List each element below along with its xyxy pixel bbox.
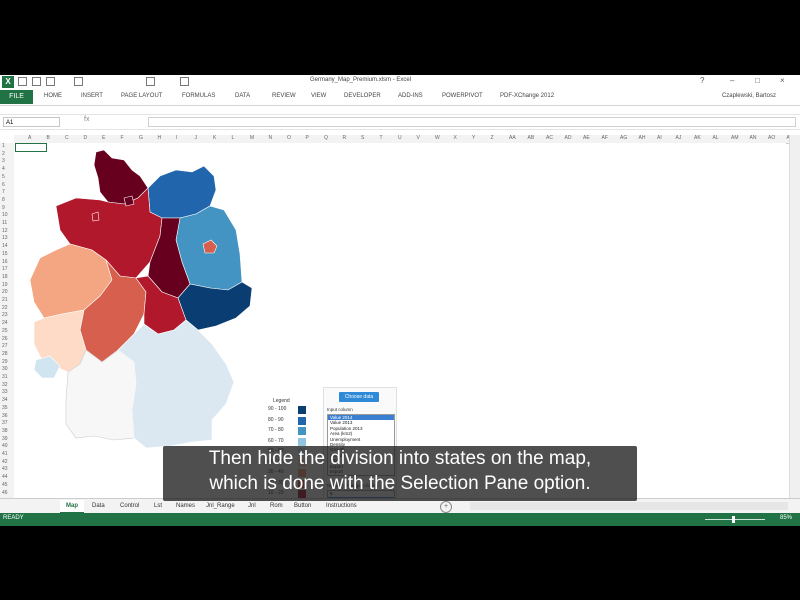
- status-ready: READY: [3, 515, 24, 521]
- sheet-tab[interactable]: Instructions: [320, 500, 363, 512]
- status-bar: READY 85%: [0, 513, 800, 526]
- add-sheet-button[interactable]: +: [440, 501, 452, 513]
- sheet-tab[interactable]: Control: [114, 500, 145, 512]
- zoom-slider[interactable]: [705, 519, 765, 520]
- input-column-label: Input column: [327, 407, 353, 412]
- legend-swatch: [298, 427, 306, 435]
- video-caption: Then hide the division into states on th…: [163, 446, 637, 501]
- caption-line-2: which is done with the Selection Pane op…: [209, 473, 591, 494]
- legend-range-label: 70 - 80: [268, 427, 284, 433]
- state-hamburg[interactable]: [123, 195, 135, 207]
- sheet-tab[interactable]: Data: [86, 500, 111, 512]
- legend-swatch: [298, 416, 306, 425]
- legend-range-label: 60 - 70: [268, 437, 284, 444]
- legend-range-label: 80 - 90: [268, 416, 284, 423]
- caption-line-1: Then hide the division into states on th…: [208, 448, 592, 469]
- sheet-tab[interactable]: Map: [60, 500, 84, 514]
- state-bremen[interactable]: [91, 211, 100, 222]
- sheet-tab[interactable]: Names: [170, 500, 201, 512]
- legend-title: Legend: [273, 398, 290, 404]
- sheet-tab[interactable]: Jnl_Range: [200, 500, 241, 512]
- legend-range-label: 90 - 100: [268, 406, 287, 412]
- sheet-tab[interactable]: Lst: [148, 500, 168, 512]
- legend-swatch: [298, 406, 306, 414]
- choose-data-button[interactable]: Choose data: [339, 392, 379, 402]
- zoom-slider-knob[interactable]: [732, 516, 735, 523]
- legend-swatch: [298, 437, 306, 446]
- sheet-tab[interactable]: Button: [288, 500, 317, 512]
- sheet-tab[interactable]: Jnl: [242, 500, 262, 512]
- horizontal-scrollbar[interactable]: [470, 502, 788, 510]
- zoom-level[interactable]: 85%: [780, 515, 792, 521]
- sheet-tab[interactable]: Rom: [264, 500, 289, 512]
